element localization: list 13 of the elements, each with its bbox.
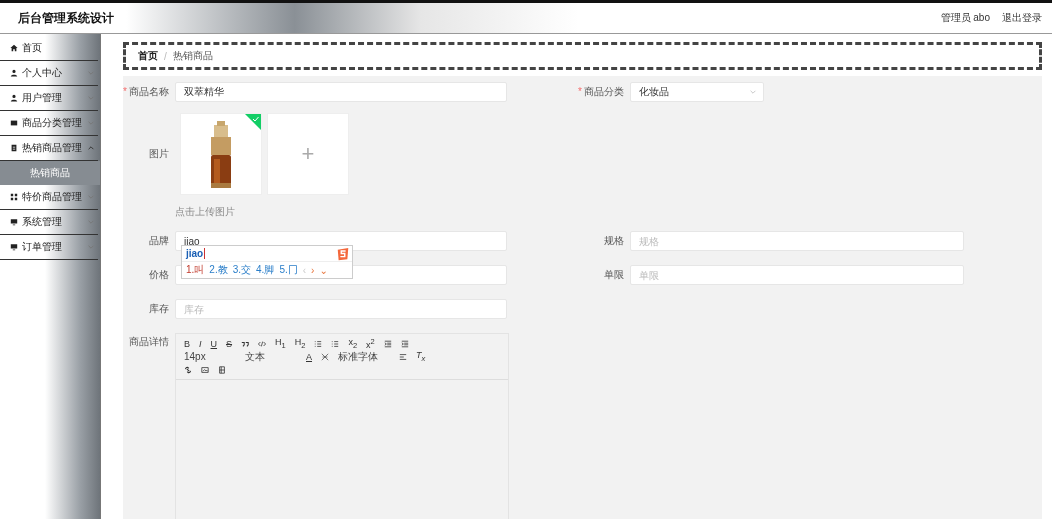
app-title: 后台管理系统设计 <box>18 9 114 27</box>
breadcrumb-separator: / <box>164 50 167 62</box>
field-label: 库存 <box>148 302 170 316</box>
field-label: 商品详情 <box>128 335 170 349</box>
field-label: * 商品分类 <box>578 85 625 99</box>
field-label: 规格 <box>603 234 625 248</box>
field-label: 单限 <box>603 268 625 282</box>
field-label: 价格 <box>148 268 170 282</box>
field-label: 图片 <box>148 147 170 161</box>
upload-hint: 点击上传图片 <box>175 205 236 219</box>
field-label: * 商品名称 <box>123 85 170 99</box>
user-name: 管理员 abo <box>940 11 990 25</box>
field-label: 品牌 <box>148 234 170 248</box>
